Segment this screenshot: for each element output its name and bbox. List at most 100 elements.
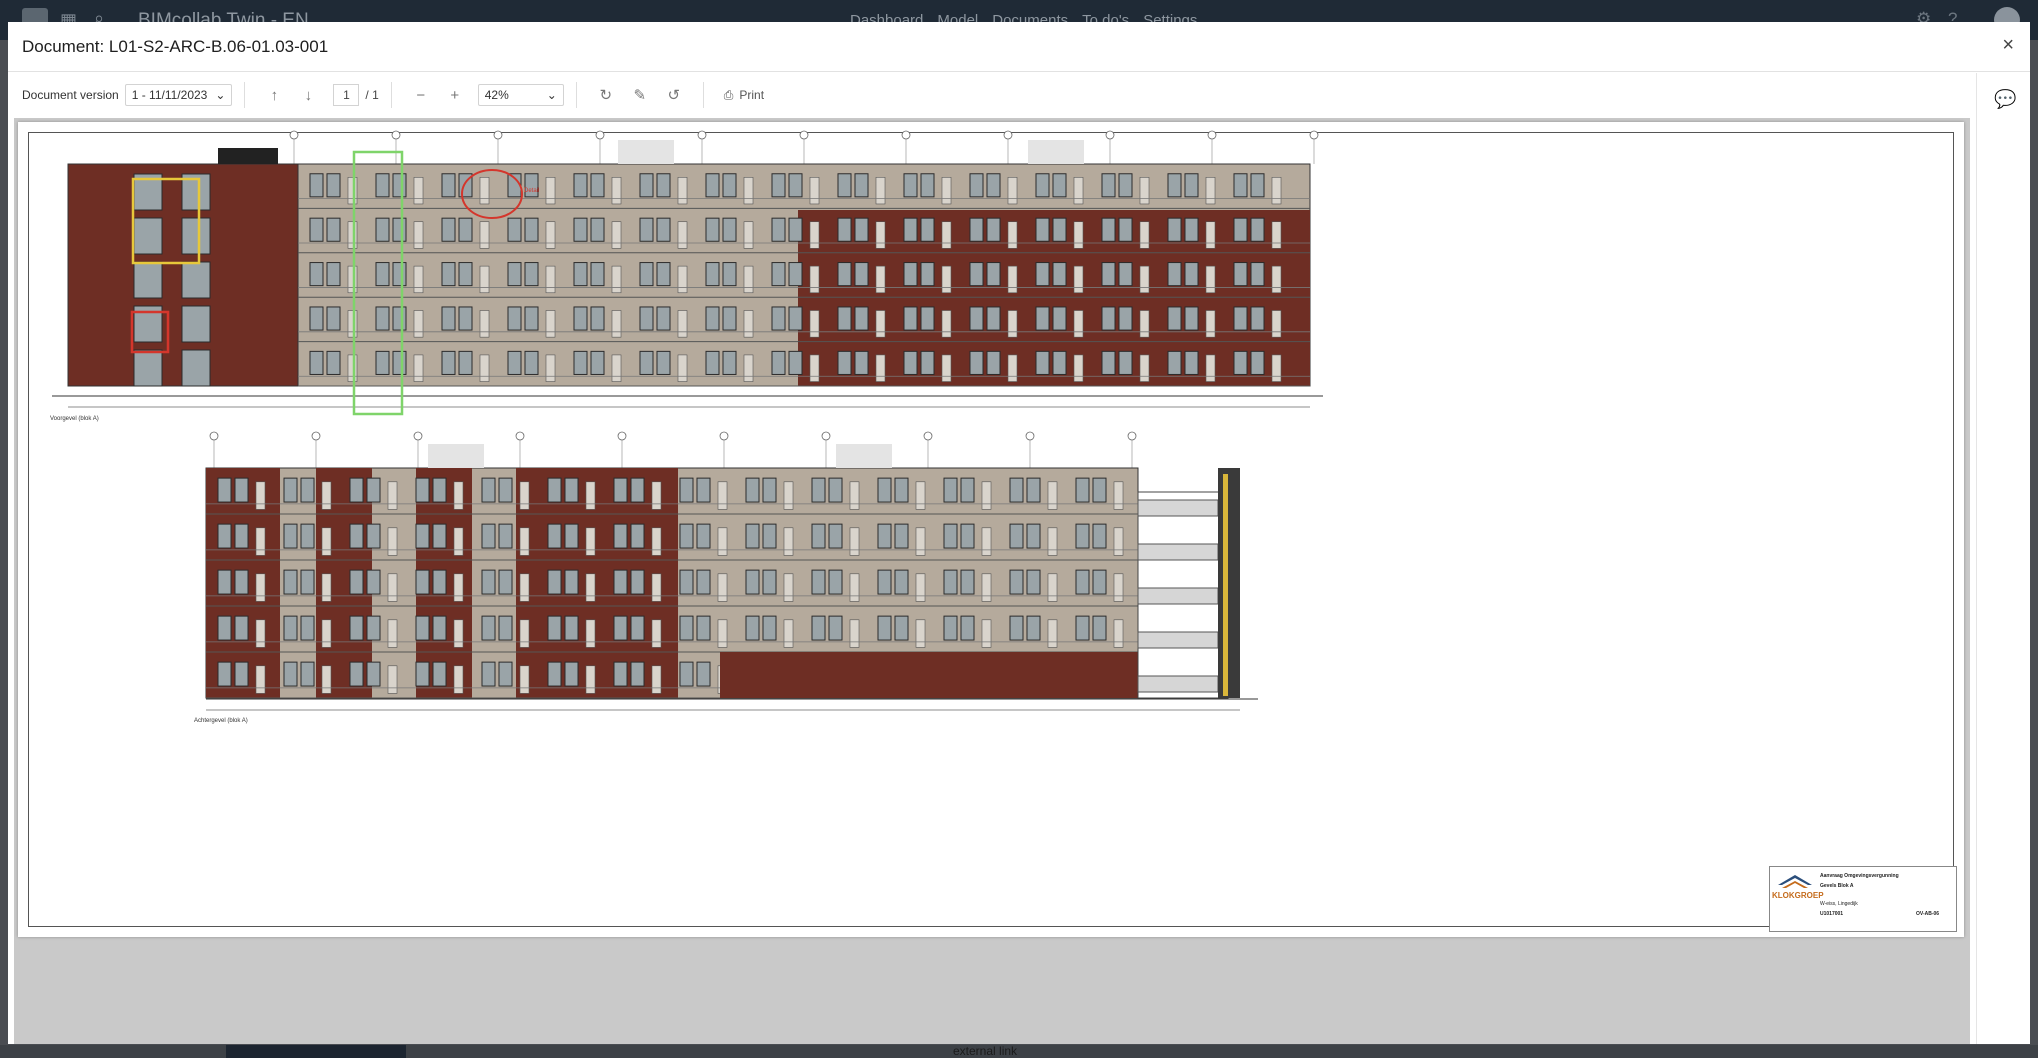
front-facade-window	[920, 173, 935, 198]
rear-facade-window	[877, 615, 892, 641]
rear-facade-window	[349, 615, 364, 641]
front-facade-window	[458, 262, 473, 287]
rear-facade-window	[234, 615, 249, 641]
rear-elevation-label: Achtergevel (blok A)	[194, 718, 248, 724]
front-facade-door	[1073, 354, 1084, 382]
front-facade-door	[545, 265, 556, 294]
rear-facade-window	[696, 615, 711, 641]
print-button[interactable]: ⎙ Print	[716, 88, 772, 103]
front-facade-door	[1073, 310, 1084, 338]
front-facade-window	[1250, 262, 1265, 287]
front-facade-window	[326, 306, 341, 331]
rear-facade-door	[387, 665, 398, 694]
rear-facade-window	[432, 523, 447, 549]
front-facade-door	[1205, 221, 1216, 249]
front-roof-unit	[1028, 140, 1084, 164]
rear-facade-window	[943, 523, 958, 549]
front-facade-window	[1233, 262, 1248, 287]
markup-pen-button[interactable]: ✎	[623, 80, 657, 110]
undo-button[interactable]: ↺	[657, 80, 691, 110]
rear-facade-door	[519, 665, 530, 694]
front-facade-window	[392, 350, 407, 375]
rear-facade-door	[1113, 527, 1124, 556]
rear-facade-door	[519, 481, 530, 510]
rear-facade-window	[217, 569, 232, 595]
rear-facade-window	[960, 477, 975, 503]
grid-bubble	[821, 431, 831, 441]
front-facade-window	[1184, 350, 1199, 375]
close-icon[interactable]: ×	[2002, 34, 2014, 57]
front-facade-door	[1007, 354, 1018, 382]
front-facade-door	[479, 310, 490, 338]
front-left-window	[181, 261, 211, 299]
front-facade-window	[722, 217, 737, 242]
document-canvas[interactable]: Detail Voorgevel (blok A) Achtergevel (blo…	[14, 118, 1970, 1044]
front-facade-window	[441, 217, 456, 242]
rear-facade-door	[849, 481, 860, 510]
rear-facade-door	[651, 481, 662, 510]
front-facade-window	[788, 306, 803, 331]
grid-bubble	[1003, 130, 1013, 140]
front-facade-window	[1167, 306, 1182, 331]
front-facade-door	[1139, 310, 1150, 338]
rear-facade-window	[498, 523, 513, 549]
rear-facade-window	[349, 477, 364, 503]
grid-bubble	[391, 130, 401, 140]
front-facade-door	[413, 265, 424, 294]
rear-facade-window	[762, 569, 777, 595]
front-facade-window	[1233, 217, 1248, 242]
front-facade-door	[809, 177, 820, 205]
rear-facade-door	[255, 527, 266, 556]
rotate-button[interactable]: ↻	[589, 80, 623, 110]
rear-facade-door	[981, 619, 992, 648]
comment-icon[interactable]: 💬	[1994, 89, 2016, 110]
rear-facade-window	[679, 615, 694, 641]
front-facade-window	[441, 350, 456, 375]
grid-bubble	[1105, 130, 1115, 140]
rear-facade-window	[960, 615, 975, 641]
rear-facade-window	[283, 615, 298, 641]
rear-facade-window	[1026, 523, 1041, 549]
front-facade-window	[1035, 350, 1050, 375]
front-facade-window	[854, 306, 869, 331]
front-facade-window	[903, 173, 918, 198]
rear-facade-door	[849, 527, 860, 556]
external-link[interactable]: external link	[953, 1045, 1017, 1058]
front-facade-window	[441, 262, 456, 287]
front-facade-door	[1007, 221, 1018, 249]
previous-page-button[interactable]: ↑	[257, 80, 291, 110]
document-version-select[interactable]: 1 - 11/11/2023 ⌄	[124, 84, 233, 106]
zoom-level-select[interactable]: 42% ⌄	[477, 84, 564, 106]
rear-facade-window	[415, 615, 430, 641]
front-facade-window	[705, 173, 720, 198]
rear-facade-window	[613, 477, 628, 503]
next-page-button[interactable]: ↓	[291, 80, 325, 110]
rear-facade-door	[387, 481, 398, 510]
footer-tab[interactable]	[226, 1045, 406, 1058]
rear-facade-window	[432, 661, 447, 687]
front-facade-window	[903, 306, 918, 331]
viewer-toolbar: Document version 1 - 11/11/2023 ⌄ ↑ ↓ 1 …	[8, 73, 1970, 117]
zoom-in-button[interactable]: +	[438, 80, 472, 110]
front-facade-window	[1118, 217, 1133, 242]
front-facade-door	[677, 354, 688, 382]
rear-facade-window	[366, 661, 381, 687]
rear-facade-window	[300, 615, 315, 641]
document-version-label: Document version	[22, 88, 119, 102]
zoom-out-button[interactable]: −	[404, 80, 438, 110]
rear-stair-balcony	[1137, 587, 1219, 605]
front-left-window	[181, 349, 211, 387]
rear-facade-door	[717, 481, 728, 510]
front-facade-window	[920, 306, 935, 331]
rear-facade-window	[415, 569, 430, 595]
front-facade-window	[656, 173, 671, 198]
front-facade-door	[1271, 265, 1282, 294]
rear-facade-window	[415, 477, 430, 503]
front-facade-door	[743, 221, 754, 249]
front-facade-window	[771, 173, 786, 198]
titleblock-location: W-eiss, Lingedijk	[1820, 901, 1858, 907]
front-facade-window	[375, 262, 390, 287]
page-number-input[interactable]: 1	[333, 84, 360, 106]
zoom-level-value: 42%	[484, 88, 509, 102]
undo-icon: ↺	[667, 87, 681, 104]
